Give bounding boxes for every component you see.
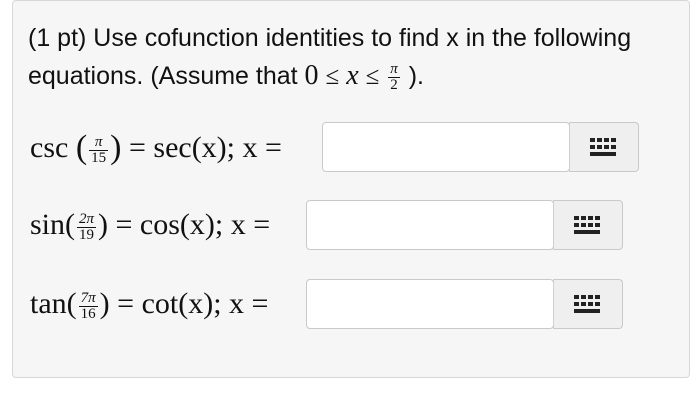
argument-fraction: π 15: [89, 133, 109, 166]
fraction-denominator: 2: [388, 76, 400, 93]
equation-3: tan(7π 16) = cot(x); x =: [30, 284, 268, 324]
answer-field-1[interactable]: [322, 122, 570, 172]
function-name: sin(: [30, 208, 75, 241]
question-prompt: (1 pt) Use cofunction identities to find…: [28, 20, 678, 95]
fraction-numerator: π: [390, 60, 398, 77]
left-paren: (: [75, 129, 88, 167]
answer-field-2[interactable]: [306, 200, 554, 250]
fraction-denominator: 15: [89, 149, 109, 166]
equation-2: sin(2π 19) = cos(x); x =: [30, 205, 270, 245]
equation-rhs: ) = cos(x); x =: [98, 208, 271, 241]
prompt-line-2: equations. (Assume that 0 ≤ x ≤ π 2 ).: [28, 57, 678, 95]
answer-input-3[interactable]: [307, 280, 553, 328]
prompt-line-1: (1 pt) Use cofunction identities to find…: [28, 20, 678, 57]
argument-fraction: 2π 19: [77, 210, 96, 243]
equation-rhs: ) = cot(x); x =: [99, 287, 269, 320]
math-keyboard-button-1[interactable]: [569, 122, 639, 172]
fraction-numerator: 7π: [80, 289, 96, 306]
argument-fraction: 7π 16: [78, 289, 98, 322]
fraction-denominator: 19: [77, 226, 96, 243]
answer-field-3[interactable]: [306, 279, 554, 329]
fraction-denominator: 16: [78, 305, 98, 322]
le-symbol-1: ≤: [325, 63, 340, 90]
prompt-text-3: ).: [401, 62, 424, 90]
le-symbol-2: ≤: [365, 63, 380, 90]
zero-symbol: 0: [304, 60, 319, 91]
keyboard-icon: [574, 216, 600, 234]
fraction-numerator: 2π: [79, 210, 95, 227]
right-paren: ): [110, 129, 122, 167]
equation-1: csc (π 15) = sec(x); x =: [30, 128, 282, 170]
math-keyboard-button-3[interactable]: [553, 279, 623, 329]
x-symbol: x: [346, 60, 359, 91]
prompt-text-2: equations. (Assume that: [28, 62, 298, 90]
function-name: csc: [30, 131, 69, 164]
pi-over-two-fraction: π 2: [388, 60, 400, 93]
answer-input-1[interactable]: [323, 123, 569, 171]
keyboard-icon: [574, 295, 600, 313]
math-keyboard-button-2[interactable]: [553, 200, 623, 250]
function-name: tan(: [30, 287, 77, 320]
keyboard-icon: [590, 138, 616, 156]
equation-rhs: = sec(x); x =: [128, 131, 282, 164]
fraction-numerator: π: [94, 133, 103, 150]
prompt-text-1: (1 pt) Use cofunction identities to find…: [28, 24, 632, 52]
answer-input-2[interactable]: [307, 201, 553, 249]
